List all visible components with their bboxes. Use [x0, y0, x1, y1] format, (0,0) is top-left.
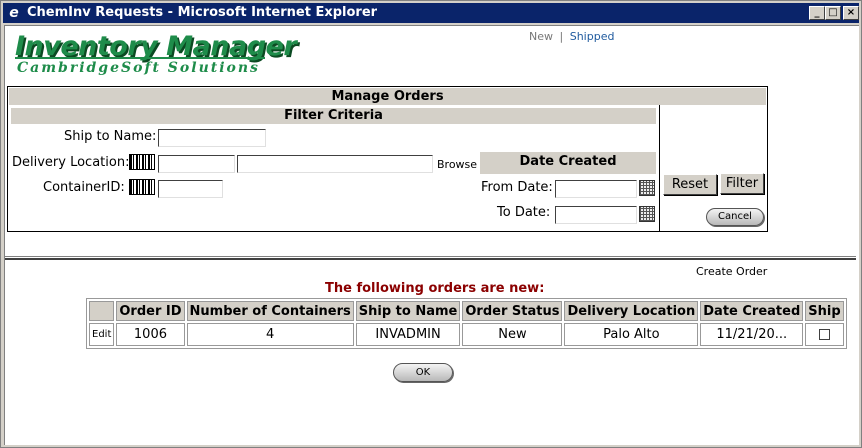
- maximize-button[interactable]: □: [825, 6, 841, 20]
- delivery-location-label: Delivery Location:: [12, 155, 130, 170]
- barcode-icon[interactable]: [129, 154, 155, 170]
- from-date-input[interactable]: [555, 180, 637, 198]
- column-header: Number of Containers: [186, 301, 354, 321]
- order-id-cell: 1006: [116, 323, 185, 346]
- container-id-input[interactable]: [158, 180, 223, 198]
- column-header: Ship: [805, 301, 844, 321]
- from-date-label: From Date:: [481, 180, 553, 195]
- to-date-label: To Date:: [497, 205, 551, 220]
- nav-shipped-link[interactable]: Shipped: [570, 30, 615, 43]
- calendar-icon[interactable]: [639, 206, 655, 222]
- ship-to-name-input[interactable]: [158, 129, 266, 147]
- column-header: Date Created: [700, 301, 804, 321]
- column-header: Order ID: [116, 301, 185, 321]
- barcode-icon[interactable]: [129, 179, 155, 195]
- manage-orders-title: Manage Orders: [9, 88, 766, 105]
- reset-button[interactable]: Reset: [663, 174, 717, 195]
- browse-link[interactable]: Browse: [437, 158, 477, 171]
- minimize-button[interactable]: _: [809, 6, 825, 20]
- logo-subtitle: CambridgeSoft Solutions: [17, 60, 260, 76]
- ship-to-cell: INVADMIN: [355, 323, 461, 346]
- create-order-link[interactable]: Create Order: [696, 265, 767, 278]
- column-header: Ship to Name: [355, 301, 461, 321]
- internet-explorer-icon: e: [9, 5, 19, 21]
- status-cell: New: [462, 323, 563, 346]
- orders-heading: The following orders are new:: [325, 281, 545, 296]
- container-id-label: ContainerID:: [43, 180, 125, 195]
- filter-criteria-title: Filter Criteria: [11, 108, 656, 124]
- to-date-input[interactable]: [555, 206, 637, 224]
- manage-orders-panel: Manage Orders Filter Criteria Ship to Na…: [7, 86, 768, 232]
- date-cell: 11/21/20...: [700, 323, 804, 346]
- section-divider: [5, 258, 856, 260]
- nav-new-link[interactable]: New: [529, 30, 553, 43]
- filter-button[interactable]: Filter: [720, 173, 764, 194]
- orders-table: Order ID Number of Containers Ship to Na…: [86, 298, 847, 349]
- delivery-location-name-input[interactable]: [237, 155, 433, 173]
- delivery-location-id-input[interactable]: [158, 155, 235, 173]
- nav-separator: |: [559, 30, 564, 43]
- date-created-title: Date Created: [480, 152, 656, 174]
- section-divider: [5, 256, 856, 257]
- ship-to-name-label: Ship to Name:: [64, 129, 157, 144]
- cancel-button[interactable]: Cancel: [706, 208, 764, 226]
- window-title: ChemInv Requests - Microsoft Internet Ex…: [27, 5, 378, 20]
- ok-button[interactable]: OK: [393, 363, 453, 382]
- edit-link[interactable]: Edit: [89, 323, 115, 346]
- nav-links: New | Shipped: [529, 30, 614, 43]
- table-header-row: Order ID Number of Containers Ship to Na…: [89, 301, 844, 321]
- ship-cell: [805, 323, 844, 346]
- column-header: Delivery Location: [564, 301, 699, 321]
- ship-checkbox[interactable]: [818, 329, 830, 340]
- close-button[interactable]: ×: [843, 6, 859, 20]
- calendar-icon[interactable]: [639, 180, 655, 196]
- table-row: Edit 1006 4 INVADMIN New Palo Alto 11/21…: [89, 323, 844, 346]
- location-cell: Palo Alto: [564, 323, 699, 346]
- title-bar: e ChemInv Requests - Microsoft Internet …: [3, 3, 859, 23]
- containers-cell: 4: [186, 323, 354, 346]
- column-header: [89, 301, 115, 321]
- browser-window: e ChemInv Requests - Microsoft Internet …: [0, 0, 862, 448]
- logo-rule: [15, 57, 265, 59]
- column-header: Order Status: [462, 301, 563, 321]
- filter-divider: [659, 105, 660, 231]
